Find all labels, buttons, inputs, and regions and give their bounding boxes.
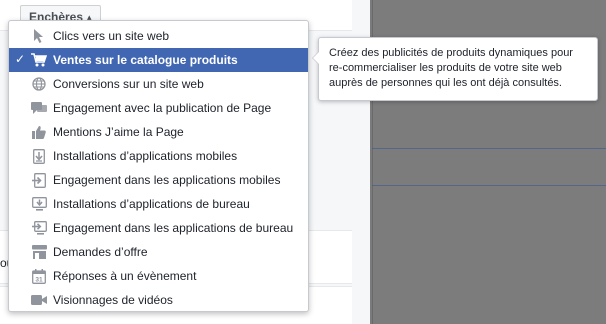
svg-text:31: 31 xyxy=(35,276,43,283)
video-camera-icon xyxy=(31,292,47,308)
menu-item-website-conversions[interactable]: Conversions sur un site web xyxy=(9,72,308,96)
menu-item-label: Engagement avec la publication de Page xyxy=(53,101,272,115)
mobile-download-icon xyxy=(31,148,47,164)
truncated-label: ou xyxy=(0,256,8,270)
menu-item-desktop-app-installs[interactable]: Installations d’applications de bureau xyxy=(9,192,308,216)
menu-item-desktop-app-engagement[interactable]: Engagement dans les applications de bure… xyxy=(9,216,308,240)
thumbs-up-icon xyxy=(31,124,47,140)
menu-item-label: Clics vers un site web xyxy=(53,29,170,43)
checkmark-icon: ✓ xyxy=(15,52,26,66)
menu-item-catalog-sales[interactable]: ✓ Ventes sur le catalogue produits xyxy=(9,48,308,72)
speech-bubble-icon xyxy=(31,100,47,116)
menu-item-label: Réponses à un évènement xyxy=(53,269,197,283)
menu-item-website-clicks[interactable]: Clics vers un site web xyxy=(9,24,308,48)
objective-tooltip: Créez des publicités de produits dynamiq… xyxy=(312,37,598,101)
menu-item-label: Mentions J’aime la Page xyxy=(53,125,184,139)
menu-item-post-engagement[interactable]: Engagement avec la publication de Page xyxy=(9,96,308,120)
preview-divider xyxy=(372,185,606,186)
globe-icon xyxy=(31,76,47,92)
tooltip-text: Créez des publicités de produits dynamiq… xyxy=(329,47,573,89)
mobile-enter-icon xyxy=(31,172,47,188)
menu-item-mobile-app-installs[interactable]: Installations d’applications mobiles xyxy=(9,144,308,168)
cursor-icon xyxy=(31,28,47,44)
menu-item-mobile-app-engagement[interactable]: Engagement dans les applications mobiles xyxy=(9,168,308,192)
menu-item-offer-claims[interactable]: Demandes d’offre xyxy=(9,240,308,264)
menu-item-label: Visionnages de vidéos xyxy=(53,293,173,307)
optimization-dropdown-menu: Clics vers un site web ✓ Ventes sur le c… xyxy=(8,20,309,312)
menu-item-label: Ventes sur le catalogue produits xyxy=(53,53,238,67)
menu-item-page-likes[interactable]: Mentions J’aime la Page xyxy=(9,120,308,144)
menu-item-label: Demandes d’offre xyxy=(53,245,148,259)
menu-item-label: Installations d’applications de bureau xyxy=(53,197,250,211)
calendar-icon: 31 xyxy=(31,268,47,284)
menu-item-label: Installations d’applications mobiles xyxy=(53,149,238,163)
menu-item-label: Engagement dans les applications de bure… xyxy=(53,221,294,235)
desktop-enter-icon xyxy=(31,220,47,236)
desktop-download-icon xyxy=(31,196,47,212)
cart-icon xyxy=(31,52,47,68)
preview-divider xyxy=(372,148,606,149)
storefront-icon xyxy=(31,244,47,260)
tooltip-arrow-inner xyxy=(313,51,320,65)
menu-item-label: Engagement dans les applications mobiles xyxy=(53,173,281,187)
ads-manager-page: Enchères ▴ ou Clics vers un site web ✓ V… xyxy=(0,0,606,324)
menu-item-label: Conversions sur un site web xyxy=(53,77,204,91)
menu-item-video-views[interactable]: Visionnages de vidéos xyxy=(9,288,308,312)
menu-item-event-responses[interactable]: 31 Réponses à un évènement xyxy=(9,264,308,288)
